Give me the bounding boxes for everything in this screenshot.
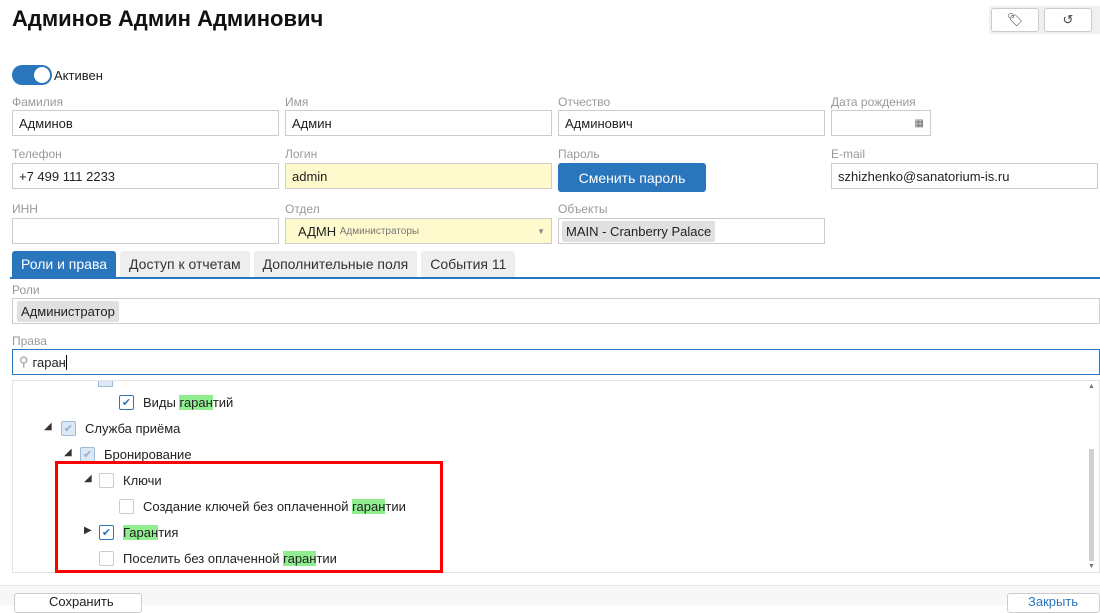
lastname-label: Фамилия <box>12 95 63 109</box>
tag-icon: 🏷 <box>1006 12 1024 27</box>
scrollbar[interactable]: ▲ ▼ <box>1088 381 1096 572</box>
tree-item[interactable]: ✔ Виды гарантий <box>119 392 233 412</box>
roles-label: Роли <box>12 283 40 297</box>
middlename-label: Отчество <box>558 95 611 109</box>
header-actions: 🏷 ↺ <box>989 6 1100 34</box>
tab-events[interactable]: События 11 <box>421 251 516 277</box>
role-tag[interactable]: Администратор <box>17 300 119 322</box>
password-label: Пароль <box>558 147 600 161</box>
tab-additional-fields[interactable]: Дополнительные поля <box>253 251 418 277</box>
tree-item-label: Служба приёма <box>85 420 181 436</box>
tree-checkbox[interactable]: ✔ <box>80 446 95 462</box>
objects-label: Объекты <box>558 202 608 216</box>
save-label: Сохранить <box>49 594 114 609</box>
tree-item-label: Виды гарантий <box>143 394 234 410</box>
active-label: Активен <box>54 68 103 83</box>
scroll-down-icon[interactable]: ▼ <box>1088 563 1095 570</box>
close-label: Закрыть <box>1028 594 1079 609</box>
email-label: E-mail <box>831 147 866 161</box>
chevron-down-icon: ▼ <box>537 226 545 236</box>
calendar-icon[interactable]: ▦ <box>915 118 924 129</box>
history-button[interactable]: ↺ <box>1044 8 1092 32</box>
annotation-highlight-box <box>55 461 443 573</box>
phone-input[interactable]: +7 499 111 2233 <box>12 163 279 189</box>
active-toggle[interactable] <box>12 65 52 85</box>
tree-checkbox[interactable]: ✔ <box>119 394 134 410</box>
tags-button[interactable]: 🏷 <box>991 8 1039 32</box>
scroll-thumb[interactable] <box>1089 449 1094 561</box>
phone-label: Телефон <box>12 147 62 161</box>
login-input[interactable]: admin <box>285 163 552 189</box>
object-tag[interactable]: MAIN - Cranberry Palace <box>562 220 716 242</box>
birthdate-label: Дата рождения <box>831 95 916 109</box>
tree-item-label: Бронирование <box>104 446 192 462</box>
tree-item[interactable]: ✔ Служба приёма <box>61 418 180 438</box>
email-input[interactable]: szhizhenko@sanatorium-is.ru <box>831 163 1098 189</box>
close-button[interactable]: Закрыть <box>1007 593 1100 613</box>
firstname-input[interactable]: Админ <box>285 110 552 136</box>
save-button[interactable]: Сохранить <box>14 593 142 613</box>
firstname-label: Имя <box>285 95 309 109</box>
tab-divider <box>10 277 1100 279</box>
objects-input[interactable]: MAIN - Cranberry Palace <box>558 218 825 244</box>
page-title: Админов Админ Админович <box>12 6 324 31</box>
tab-roles-rights[interactable]: Роли и права <box>12 251 117 277</box>
change-password-button[interactable]: Сменить пароль <box>558 163 706 192</box>
roles-input[interactable]: Администратор <box>12 298 1100 324</box>
rights-search-value: гаран <box>32 354 66 370</box>
department-code: АДМН <box>298 223 337 239</box>
collapse-arrow-icon[interactable]: ◢ <box>64 447 72 458</box>
rights-search-input[interactable]: ⚲ гаран <box>12 349 1100 375</box>
tab-report-access[interactable]: Доступ к отчетам <box>120 251 250 277</box>
middlename-input[interactable]: Админович <box>558 110 825 136</box>
inn-label: ИНН <box>12 202 38 216</box>
login-label: Логин <box>285 147 318 161</box>
history-icon: ↺ <box>1062 12 1074 27</box>
footer <box>0 585 1100 605</box>
tab-bar: Роли и права Доступ к отчетам Дополнител… <box>12 251 516 277</box>
department-label: Отдел <box>285 202 320 216</box>
department-select[interactable]: АДМН Администраторы ▼ <box>285 218 552 244</box>
tree-checkbox[interactable]: ✔ <box>61 420 76 436</box>
inn-input[interactable] <box>12 218 279 244</box>
collapse-arrow-icon[interactable]: ◢ <box>44 421 52 432</box>
search-icon: ⚲ <box>19 354 29 369</box>
tree-checkbox[interactable] <box>98 381 113 387</box>
birthdate-input[interactable]: ▦ <box>831 110 931 136</box>
scroll-up-icon[interactable]: ▲ <box>1088 383 1095 390</box>
lastname-input[interactable]: Админов <box>12 110 279 136</box>
rights-label: Права <box>12 334 47 348</box>
department-name: Администраторы <box>339 225 420 237</box>
